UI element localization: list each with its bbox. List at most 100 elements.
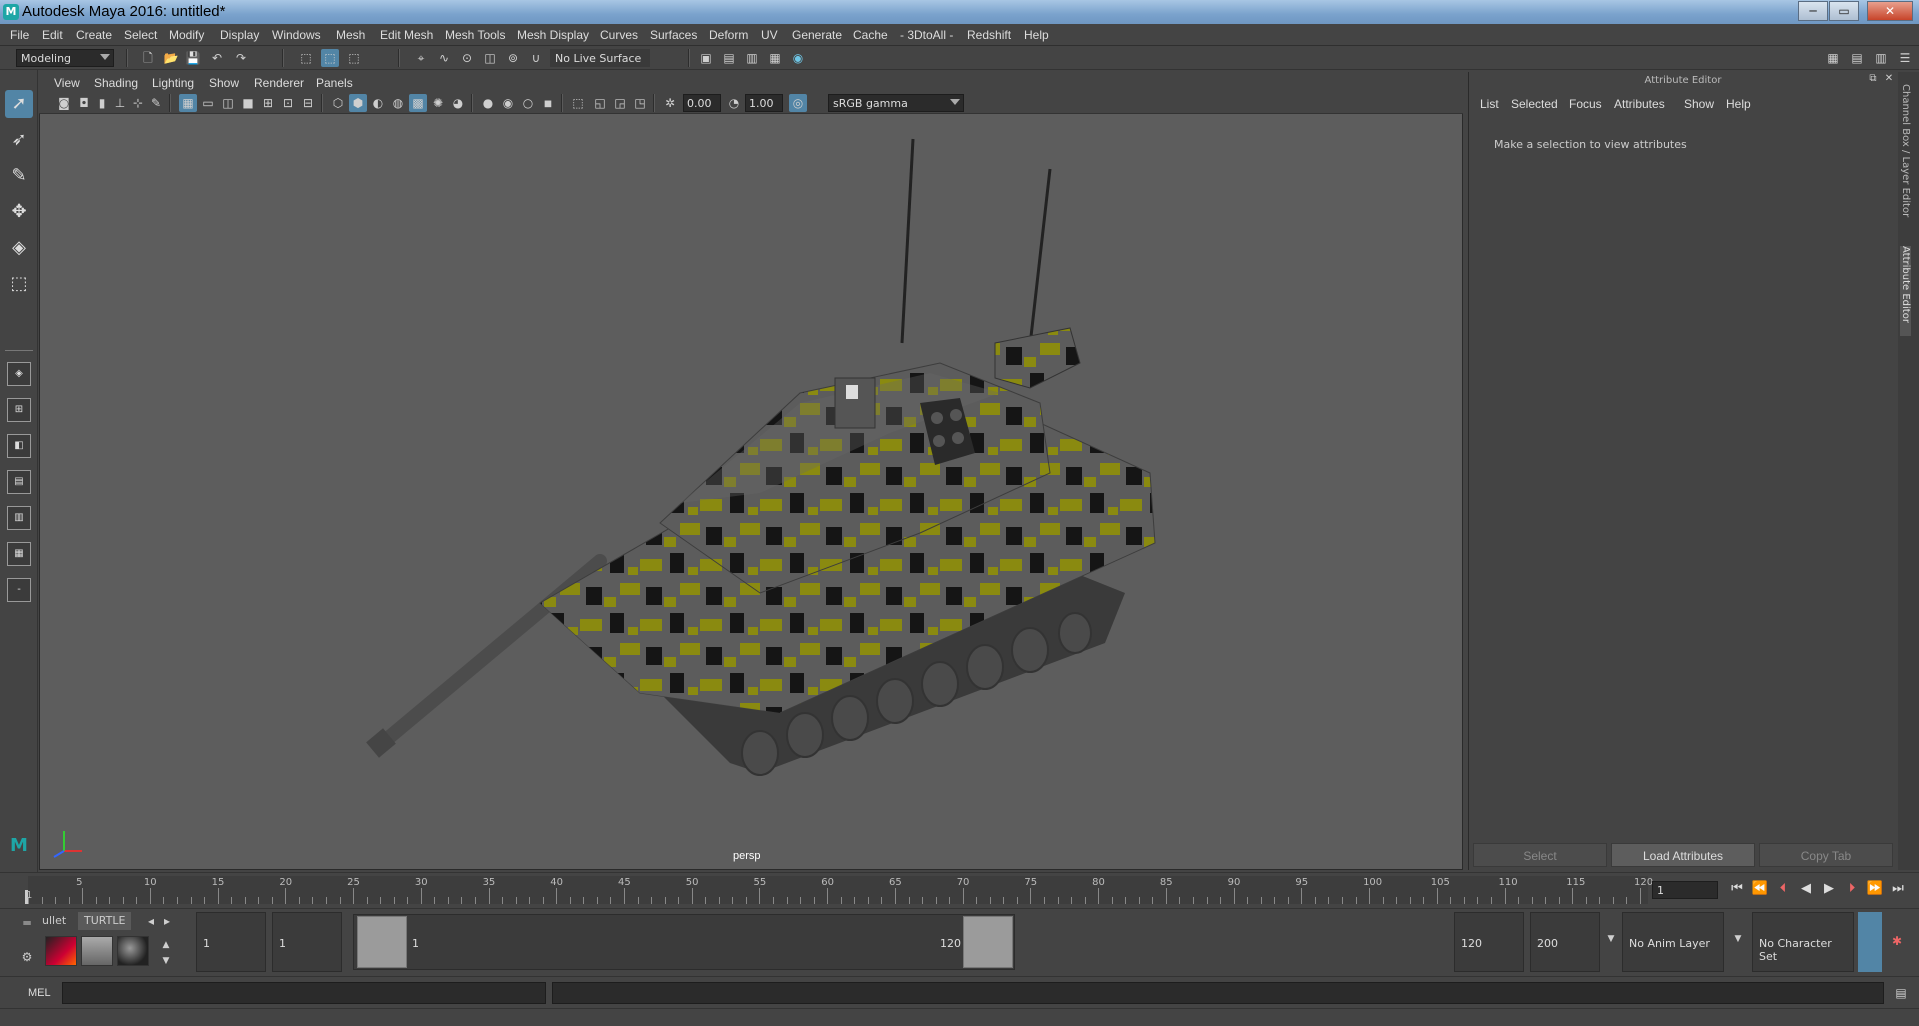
attr-menu-list[interactable]: List bbox=[1480, 97, 1499, 111]
menu-mesh[interactable]: Mesh bbox=[336, 28, 365, 42]
anim-layer-dropdown[interactable]: No Anim Layer bbox=[1622, 912, 1724, 972]
single-perspective-layout-icon[interactable]: ◈ bbox=[7, 362, 31, 386]
more-layouts-icon[interactable]: - bbox=[7, 578, 31, 602]
attr-menu-focus[interactable]: Focus bbox=[1569, 97, 1602, 111]
graph-editor-layout-icon[interactable]: ▥ bbox=[7, 506, 31, 530]
range-slider-bar[interactable] bbox=[353, 914, 1015, 970]
attr-menu-show[interactable]: Show bbox=[1684, 97, 1714, 111]
outliner-layout-icon[interactable]: ▤ bbox=[7, 470, 31, 494]
range-start-handle[interactable] bbox=[357, 916, 407, 968]
view-transform-dropdown[interactable]: sRGB gamma bbox=[828, 94, 964, 112]
attribute-editor-toggle-icon[interactable]: ▤ bbox=[1848, 49, 1866, 67]
film-gate-icon[interactable]: ▭ bbox=[199, 94, 217, 112]
select-by-hierarchy-icon[interactable]: ⬚ bbox=[297, 49, 315, 67]
textured-icon[interactable]: ▩ bbox=[409, 94, 427, 112]
camera-attributes-icon[interactable]: ◘ bbox=[75, 94, 93, 112]
menu-select[interactable]: Select bbox=[124, 28, 157, 42]
chevron-down-icon[interactable]: ▼ bbox=[1729, 930, 1747, 948]
undo-icon[interactable]: ↶ bbox=[208, 49, 226, 67]
bookmark-icon[interactable]: ▮ bbox=[93, 94, 111, 112]
select-tool-icon[interactable]: ➚ bbox=[5, 90, 33, 118]
camera-icon[interactable]: ◙ bbox=[55, 94, 73, 112]
play-backwards-icon[interactable]: ◀ bbox=[1796, 878, 1816, 900]
attr-menu-help[interactable]: Help bbox=[1726, 97, 1751, 111]
render-settings-icon[interactable]: ▦ bbox=[766, 49, 784, 67]
go-to-end-icon[interactable]: ⏭ bbox=[1888, 878, 1908, 900]
current-frame-field[interactable]: 1 bbox=[1652, 881, 1718, 899]
open-scene-icon[interactable]: 📂 bbox=[162, 49, 180, 67]
step-forward-key-icon[interactable]: ⏵ bbox=[1842, 878, 1862, 900]
play-forwards-icon[interactable]: ▶ bbox=[1819, 878, 1839, 900]
menu-mesh-tools[interactable]: Mesh Tools bbox=[445, 28, 505, 42]
paint-select-tool-icon[interactable]: ✎ bbox=[5, 162, 33, 190]
snap-view-plane-icon[interactable]: ◫ bbox=[481, 49, 499, 67]
select-by-component-icon[interactable]: ⬚ bbox=[345, 49, 363, 67]
isolate-select-icon[interactable]: ⬚ bbox=[569, 94, 587, 112]
load-attributes-button[interactable]: Load Attributes bbox=[1611, 843, 1755, 867]
select-by-object-icon[interactable]: ⬚ bbox=[321, 49, 339, 67]
command-input[interactable] bbox=[62, 982, 546, 1004]
image-plane-icon[interactable]: ⊥ bbox=[111, 94, 129, 112]
exposure-field[interactable]: 0.00 bbox=[683, 94, 721, 112]
shelf-menu-icon[interactable]: ═ bbox=[18, 914, 36, 932]
gamma-icon[interactable]: ◔ bbox=[725, 94, 743, 112]
tool-settings-icon[interactable]: ▥ bbox=[1872, 49, 1890, 67]
viewport-menu-panels[interactable]: Panels bbox=[316, 76, 353, 90]
menu-edit[interactable]: Edit bbox=[42, 28, 63, 42]
shelf-scroll-right-icon[interactable]: ▸ bbox=[158, 912, 176, 930]
shelf-tab-bullet[interactable]: ullet bbox=[36, 912, 72, 930]
menu-edit-mesh[interactable]: Edit Mesh bbox=[380, 28, 433, 42]
render-view-icon[interactable]: ▣ bbox=[697, 49, 715, 67]
float-panel-icon[interactable]: ⧉ bbox=[1866, 72, 1880, 86]
render-frame-icon[interactable]: ▤ bbox=[720, 49, 738, 67]
character-set-dropdown[interactable]: No Character Set bbox=[1752, 912, 1854, 972]
animation-start-field[interactable]: 1 bbox=[196, 912, 266, 972]
backface-culling-icon[interactable]: ◳ bbox=[631, 94, 649, 112]
attr-menu-attributes[interactable]: Attributes bbox=[1614, 97, 1665, 111]
smooth-shade-icon[interactable]: ⬢ bbox=[349, 94, 367, 112]
chevron-down-icon[interactable]: ▼ bbox=[1602, 930, 1620, 948]
snap-grid-icon[interactable]: ⌖ bbox=[412, 49, 430, 67]
turtle-render-icon[interactable] bbox=[81, 936, 113, 966]
viewport-menu-renderer[interactable]: Renderer bbox=[254, 76, 304, 90]
select-button[interactable]: Select bbox=[1473, 843, 1607, 867]
viewport-menu-lighting[interactable]: Lighting bbox=[152, 76, 194, 90]
copy-tab-button[interactable]: Copy Tab bbox=[1759, 843, 1893, 867]
viewport-panel[interactable] bbox=[39, 72, 1463, 870]
exposure-icon[interactable]: ✲ bbox=[661, 94, 679, 112]
grid-icon[interactable]: ▦ bbox=[179, 94, 197, 112]
redo-icon[interactable]: ↷ bbox=[232, 49, 250, 67]
lasso-tool-icon[interactable]: ➶ bbox=[5, 126, 33, 154]
ambient-occlusion-icon[interactable]: ● bbox=[479, 94, 497, 112]
menu-display[interactable]: Display bbox=[220, 28, 259, 42]
live-surface-field[interactable]: No Live Surface bbox=[550, 49, 650, 67]
snap-live-icon[interactable]: ⊚ bbox=[504, 49, 522, 67]
grease-pencil-icon[interactable]: ✎ bbox=[147, 94, 165, 112]
go-to-start-icon[interactable]: ⏮ bbox=[1727, 878, 1747, 900]
attribute-editor-tab[interactable]: Attribute Editor bbox=[1900, 246, 1911, 336]
x-ray-joints-icon[interactable]: ◲ bbox=[611, 94, 629, 112]
close-panel-icon[interactable]: ✕ bbox=[1882, 72, 1896, 86]
menu-uv[interactable]: UV bbox=[761, 28, 778, 42]
menu-3dtoall[interactable]: - 3DtoAll - bbox=[900, 28, 953, 42]
color-management-icon[interactable]: ◎ bbox=[789, 94, 807, 112]
snap-point-icon[interactable]: ⊙ bbox=[458, 49, 476, 67]
rotate-tool-icon[interactable]: ◈ bbox=[5, 234, 33, 262]
maximize-button[interactable]: ▭ bbox=[1829, 1, 1859, 21]
rocket-shelf-icon[interactable] bbox=[45, 936, 77, 966]
attr-menu-selected[interactable]: Selected bbox=[1511, 97, 1558, 111]
command-language-label[interactable]: MEL bbox=[28, 987, 51, 999]
menu-generate[interactable]: Generate bbox=[792, 28, 842, 42]
auto-key-icon[interactable] bbox=[1858, 912, 1882, 972]
wireframe-icon[interactable]: ⬡ bbox=[329, 94, 347, 112]
hypershade-layout-icon[interactable]: ▦ bbox=[7, 542, 31, 566]
step-back-key-icon[interactable]: ⏴ bbox=[1773, 878, 1793, 900]
menu-surfaces[interactable]: Surfaces bbox=[650, 28, 697, 42]
shelf-down-icon[interactable]: ▼ bbox=[157, 952, 175, 970]
mode-dropdown[interactable]: Modeling bbox=[16, 49, 114, 67]
use-all-lights-icon[interactable]: ✺ bbox=[429, 94, 447, 112]
motion-blur-icon[interactable]: ◉ bbox=[499, 94, 517, 112]
sphere-shelf-icon[interactable] bbox=[117, 936, 149, 966]
safe-title-icon[interactable]: ⊟ bbox=[299, 94, 317, 112]
hypershade-icon[interactable]: ◉ bbox=[789, 49, 807, 67]
